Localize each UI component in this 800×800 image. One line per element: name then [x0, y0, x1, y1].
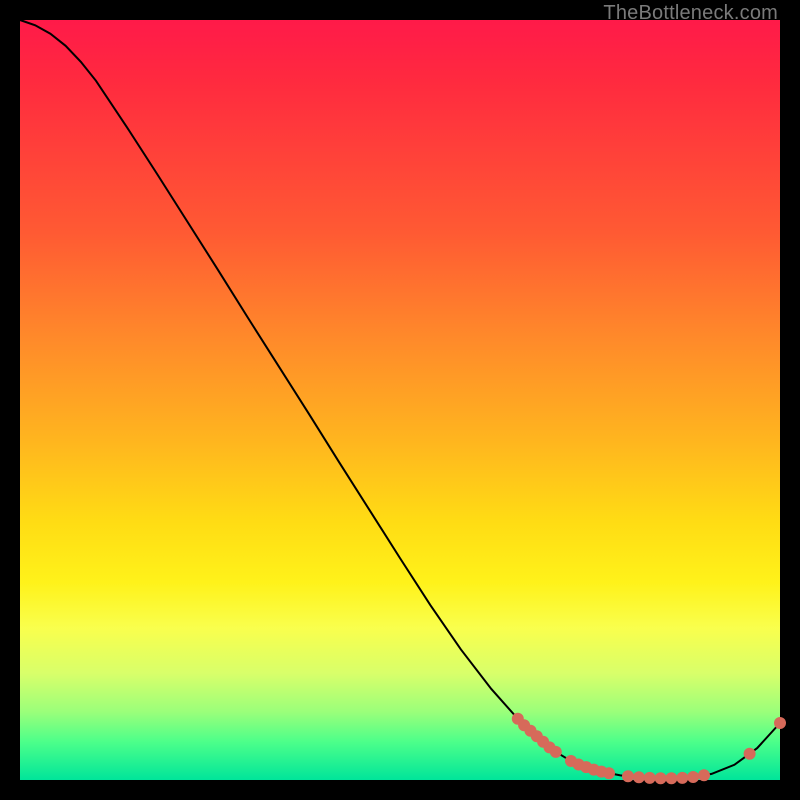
- chart-overlay: [20, 20, 780, 780]
- data-dot: [550, 746, 562, 758]
- data-dot: [633, 771, 645, 783]
- data-dot: [655, 772, 667, 784]
- data-dot: [644, 772, 656, 784]
- data-dot: [622, 770, 634, 782]
- data-dot: [603, 767, 615, 779]
- chart-container: TheBottleneck.com: [0, 0, 800, 800]
- data-dot: [774, 717, 786, 729]
- data-dot: [687, 771, 699, 783]
- data-dot: [665, 772, 677, 784]
- bottleneck-curve: [20, 20, 780, 779]
- data-dot: [744, 748, 756, 760]
- plot-area: [20, 20, 780, 780]
- data-dot: [698, 769, 710, 781]
- data-dots: [512, 713, 786, 785]
- data-dot: [676, 772, 688, 784]
- attribution-watermark: TheBottleneck.com: [603, 2, 778, 25]
